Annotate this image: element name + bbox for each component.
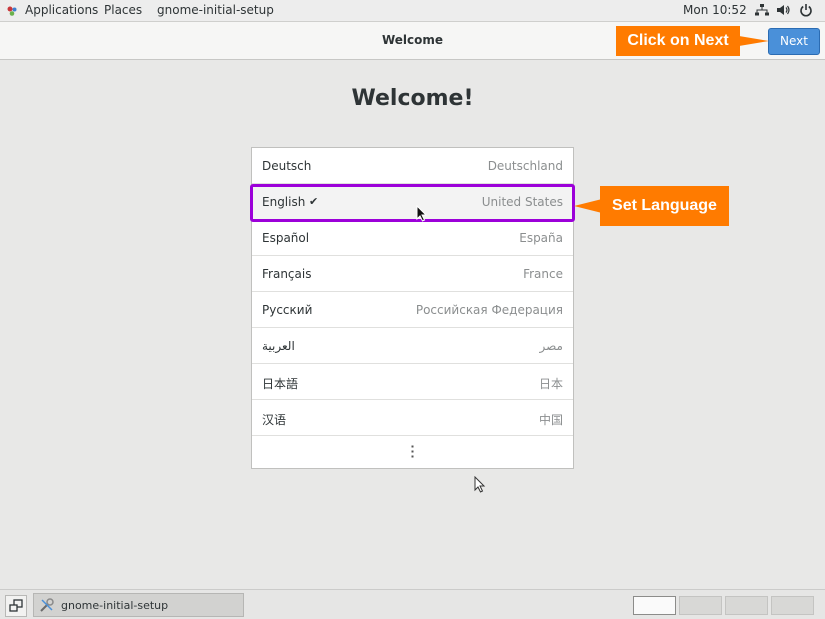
language-region: España — [519, 231, 563, 245]
language-row-francais[interactable]: Français France — [252, 256, 573, 292]
language-region: 日本 — [538, 377, 563, 391]
callout-language-pointer — [574, 199, 602, 213]
language-region: مصر — [539, 339, 563, 353]
show-desktop-icon — [9, 599, 23, 612]
language-region: 中国 — [538, 413, 563, 427]
more-options-icon — [411, 445, 414, 458]
callout-next-pointer — [739, 36, 769, 46]
mouse-cursor-icon — [416, 205, 428, 222]
next-button[interactable]: Next — [768, 28, 820, 55]
language-row-deutsch[interactable]: Deutsch Deutschland — [252, 148, 573, 184]
clock[interactable]: Mon 10:52 — [683, 3, 747, 17]
language-row-japanese[interactable]: 日本語 日本 — [252, 364, 573, 400]
callout-click-next: Click on Next — [616, 26, 740, 56]
network-icon[interactable] — [755, 3, 769, 17]
active-app-menu[interactable]: gnome-initial-setup — [157, 3, 274, 17]
show-desktop-button[interactable] — [5, 595, 27, 617]
callout-set-language: Set Language — [600, 186, 729, 226]
workspace-4[interactable] — [771, 596, 814, 615]
language-region: Deutschland — [487, 159, 563, 173]
language-row-russian[interactable]: Русский Российская Федерация — [252, 292, 573, 328]
workspace-2[interactable] — [679, 596, 722, 615]
taskbar-item-label: gnome-initial-setup — [61, 599, 169, 612]
language-name: Español — [262, 231, 310, 245]
tools-icon — [40, 598, 54, 612]
language-name: 汉语 — [262, 413, 287, 427]
language-region: Российская Федерация — [415, 303, 563, 317]
workspace-1[interactable] — [633, 596, 676, 615]
language-row-chinese[interactable]: 汉语 中国 — [252, 400, 573, 436]
language-row-espanol[interactable]: Español España — [252, 220, 573, 256]
more-languages-button[interactable] — [252, 437, 573, 468]
applications-menu[interactable]: Applications — [25, 3, 98, 17]
workspace-3[interactable] — [725, 596, 768, 615]
language-region: France — [523, 267, 563, 281]
selection-highlight — [250, 184, 575, 222]
welcome-heading: Welcome! — [351, 86, 474, 111]
language-row-arabic[interactable]: العربية مصر — [252, 328, 573, 364]
language-name: 日本語 — [262, 377, 299, 391]
power-icon[interactable] — [799, 3, 813, 17]
bottom-panel: gnome-initial-setup — [0, 589, 825, 619]
volume-icon[interactable] — [776, 3, 790, 17]
language-name: Русский — [262, 303, 313, 317]
language-name: العربية — [262, 339, 295, 353]
applications-icon — [7, 6, 17, 16]
taskbar-item-gnome-initial-setup[interactable]: gnome-initial-setup — [33, 593, 244, 617]
language-name: Deutsch — [262, 159, 312, 173]
places-menu[interactable]: Places — [104, 3, 142, 17]
language-name: Français — [262, 267, 312, 281]
mouse-cursor-icon — [474, 476, 486, 493]
top-panel: Applications Places gnome-initial-setup … — [0, 0, 825, 22]
